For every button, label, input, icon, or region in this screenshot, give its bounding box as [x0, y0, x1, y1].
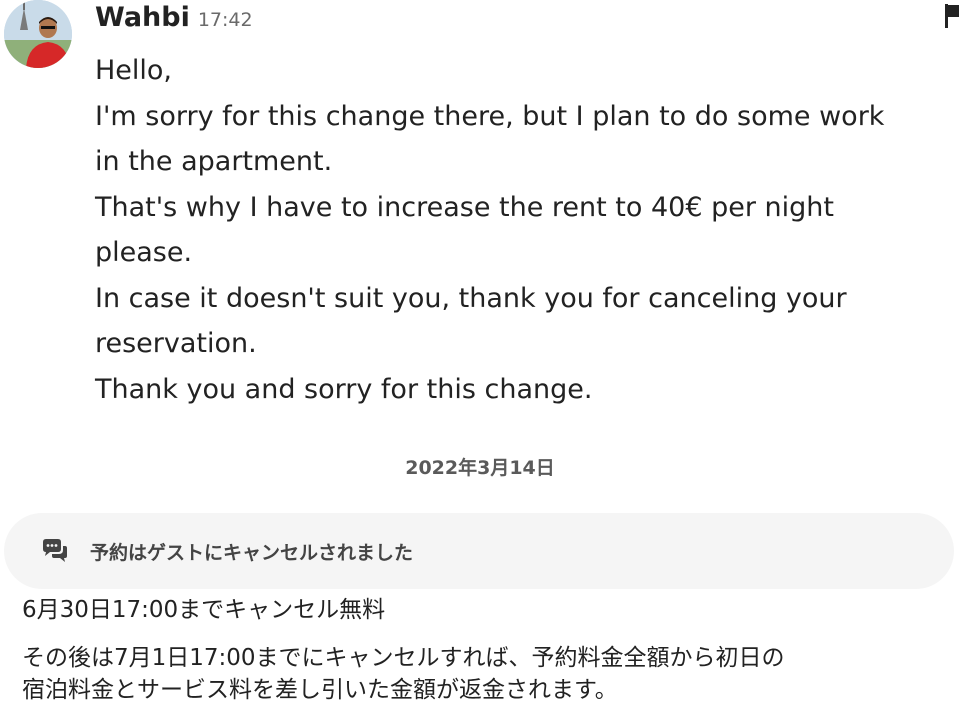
- message-timestamp: 17:42: [197, 9, 253, 31]
- message-thread: Wahbi 17:42 Hello, I'm sorry for this ch…: [0, 0, 960, 720]
- policy-line: 宿泊料金とサービス料を差し引いた金額が返金されます。: [22, 677, 618, 703]
- message-body: Hello, I'm sorry for this change there, …: [95, 48, 905, 412]
- message-line: Thank you and sorry for this change.: [95, 373, 593, 405]
- policy-line: その後は7月1日17:00までにキャンセルすれば、予約料金全額から初日の: [22, 645, 785, 671]
- message-line: reservation.: [95, 328, 257, 359]
- cancellation-policy-body: その後は7月1日17:00までにキャンセルすれば、予約料金全額から初日の 宿泊料…: [22, 642, 922, 706]
- sender-name[interactable]: Wahbi: [95, 2, 190, 33]
- date-separator: 2022年3月14日: [405, 457, 555, 479]
- message-line: That's why I have to increase the rent t…: [95, 191, 834, 223]
- message-line: please.: [95, 237, 193, 268]
- cancellation-notice: 予約はゲストにキャンセルされました: [4, 513, 954, 589]
- notice-text: 予約はゲストにキャンセルされました: [90, 541, 414, 564]
- message-line: Hello,: [95, 55, 173, 86]
- chat-bubbles-icon: [43, 539, 67, 562]
- message-line: In case it doesn't suit you, thank you f…: [95, 282, 847, 314]
- report-flag-icon[interactable]: [944, 4, 960, 28]
- cancellation-policy-title: 6月30日17:00までキャンセル無料: [22, 597, 386, 623]
- message-line: I'm sorry for this change there, but I p…: [95, 100, 885, 132]
- avatar-photo-icon: [4, 0, 72, 68]
- sender-avatar[interactable]: [4, 0, 72, 68]
- message-header: Wahbi 17:42: [95, 2, 253, 33]
- message-line: in the apartment.: [95, 146, 333, 177]
